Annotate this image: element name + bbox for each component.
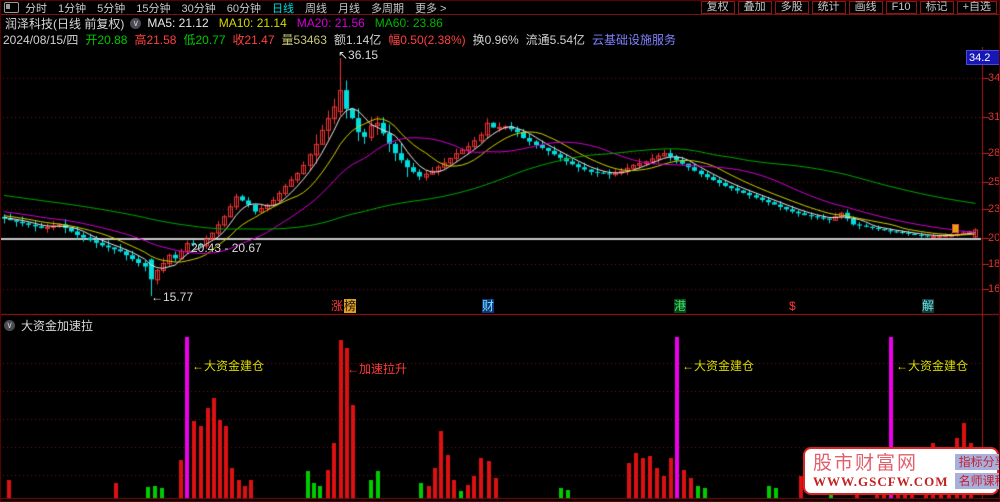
toolbar-button-8[interactable]: +自选 (956, 1, 997, 14)
ma-value-1: MA5: 21.12 (147, 16, 209, 30)
watermark-badges: 指标分享名师课程 (954, 453, 999, 489)
menu-item-3[interactable]: 5分钟 (97, 1, 125, 16)
toolbar-button-5[interactable]: 画线 (848, 1, 883, 14)
axis-tick-label-3: 28.0 (988, 147, 1000, 159)
menubar: 分时 1分钟 5分钟 15分钟 30分钟 60分钟 日线 周线 月线 多周期 更多 > 复权 叠加 多股… (1, 1, 999, 15)
info-segment-3: 高21.58 (134, 32, 177, 47)
quick-tag-3[interactable]: 财 (482, 299, 495, 313)
quick-tag-6[interactable]: 解 (922, 299, 935, 313)
period-menu: 分时 1分钟 5分钟 15分钟 30分钟 60分钟 日线 周线 月线 多周期 更多 > (25, 1, 457, 16)
titlebar: 润泽科技(日线 前复权) ∨ MA5: 21.12 MA10: 21.14 MA20… (1, 15, 999, 31)
toolbar-button-7[interactable]: 标记 (919, 1, 954, 14)
info-segment-6: 量53463 (281, 32, 327, 47)
axis-top-price-box: 34.2 (966, 50, 999, 65)
toolbar-button-1[interactable]: 复权 (700, 1, 735, 14)
quote-infobar: 2024/08/15/四 开20.88 高21.58 低20.77 收21.47 量534… (3, 31, 999, 47)
chevron-down-icon[interactable]: ∨ (4, 320, 15, 331)
quick-tag-5[interactable]: $ (789, 299, 796, 313)
menu-item-4[interactable]: 15分钟 (136, 1, 170, 16)
axis-tick-label-4: 25.5 (988, 176, 1000, 188)
menu-item-2[interactable]: 1分钟 (58, 1, 86, 16)
toolbar-button-2[interactable]: 叠加 (737, 1, 772, 14)
chart-annotation-1: ↖36.15 (338, 48, 379, 62)
info-segment-9: 换0.96% (472, 32, 519, 47)
info-segment-8: 幅0.50(2.38%) (388, 32, 466, 47)
chevron-down-icon[interactable]: ∨ (130, 17, 142, 29)
info-segment-4: 低20.77 (183, 32, 226, 47)
axis-tick-label-7: 18.4 (988, 258, 1000, 270)
watermark-badge-1: 指标分享 (954, 453, 999, 470)
info-segment-11: 云基础设施服务 (592, 32, 677, 47)
info-segment-7: 额1.14亿 (333, 32, 382, 47)
toolbar-button-3[interactable]: 多股 (774, 1, 809, 14)
quick-tag-4[interactable]: 港 (674, 299, 687, 313)
ma-value-2: MA10: 21.14 (218, 16, 287, 30)
menu-item-11[interactable]: 更多 > (415, 1, 446, 16)
info-segment-10: 流通5.54亿 (525, 32, 586, 47)
toolbar-button-6[interactable]: F10 (885, 1, 917, 14)
info-segment-1: 2024/08/15/四 (3, 32, 79, 47)
axis-tick-label-2: 31.0 (988, 111, 1000, 123)
signal-annotation-2: ←加速拉升 (347, 362, 408, 376)
watermark: 股市财富网 WWW.GSCFW.COM 指标分享名师课程 (803, 447, 999, 495)
chart-annotation-3: ←15.77 (151, 290, 194, 304)
axis-tick-label-8: 16.2 (988, 283, 1000, 295)
info-segment-5: 收21.47 (232, 32, 275, 47)
ma-values: MA5: 21.12 MA10: 21.14 MA20: 21.56 MA60: 23… (147, 16, 453, 30)
signal-annotation-1: ←大资金建仓 (192, 359, 265, 373)
menu-item-9[interactable]: 月线 (338, 1, 360, 16)
app-window: 分时 1分钟 5分钟 15分钟 30分钟 60分钟 日线 周线 月线 多周期 更多 > 复权 叠加 多股… (0, 0, 1000, 502)
subpanel-title: 大资金加速拉 (21, 319, 94, 333)
subpanel-header: ∨ 大资金加速拉 (1, 317, 999, 334)
price-tag-marker (952, 224, 959, 233)
menu-item-1[interactable]: 分时 (25, 1, 47, 16)
menu-item-5[interactable]: 30分钟 (182, 1, 216, 16)
chart-canvas[interactable] (1, 47, 999, 501)
watermark-badge-2: 名师课程 (954, 472, 999, 489)
axis-tick-label-1: 34.4 (988, 72, 1000, 84)
stock-title: 润泽科技(日线 前复权) (5, 16, 125, 31)
menu-item-7[interactable]: 日线 (272, 1, 294, 16)
quick-tag-1[interactable]: 涨 (331, 299, 343, 313)
menu-item-6[interactable]: 60分钟 (227, 1, 261, 16)
watermark-text: 股市财富网 WWW.GSCFW.COM (813, 453, 949, 490)
ma-value-3: MA20: 21.56 (296, 16, 365, 30)
chart-annotation-2: 20.43 - 20.67 (191, 241, 262, 255)
menu-item-8[interactable]: 周线 (305, 1, 327, 16)
ma-value-4: MA60: 23.86 (374, 16, 443, 30)
menu-item-10[interactable]: 多周期 (371, 1, 404, 16)
layout-icon[interactable] (4, 2, 19, 13)
axis-tick-label-5: 23.1 (988, 203, 1000, 215)
watermark-url: WWW.GSCFW.COM (813, 473, 949, 489)
signal-annotation-4: ←大资金建仓 (896, 359, 969, 373)
quick-tag-2[interactable]: 榜 (344, 299, 357, 313)
watermark-title: 股市财富网 (813, 452, 919, 474)
axis-tick-label-6: 20.6 (988, 232, 1000, 244)
info-segment-2: 开20.88 (85, 32, 128, 47)
toolbar-button-4[interactable]: 统计 (811, 1, 846, 14)
toolbar-buttons: 复权 叠加 多股 统计 画线 F10 标记 +自选 (698, 1, 997, 14)
signal-annotation-3: ←大资金建仓 (682, 359, 755, 373)
